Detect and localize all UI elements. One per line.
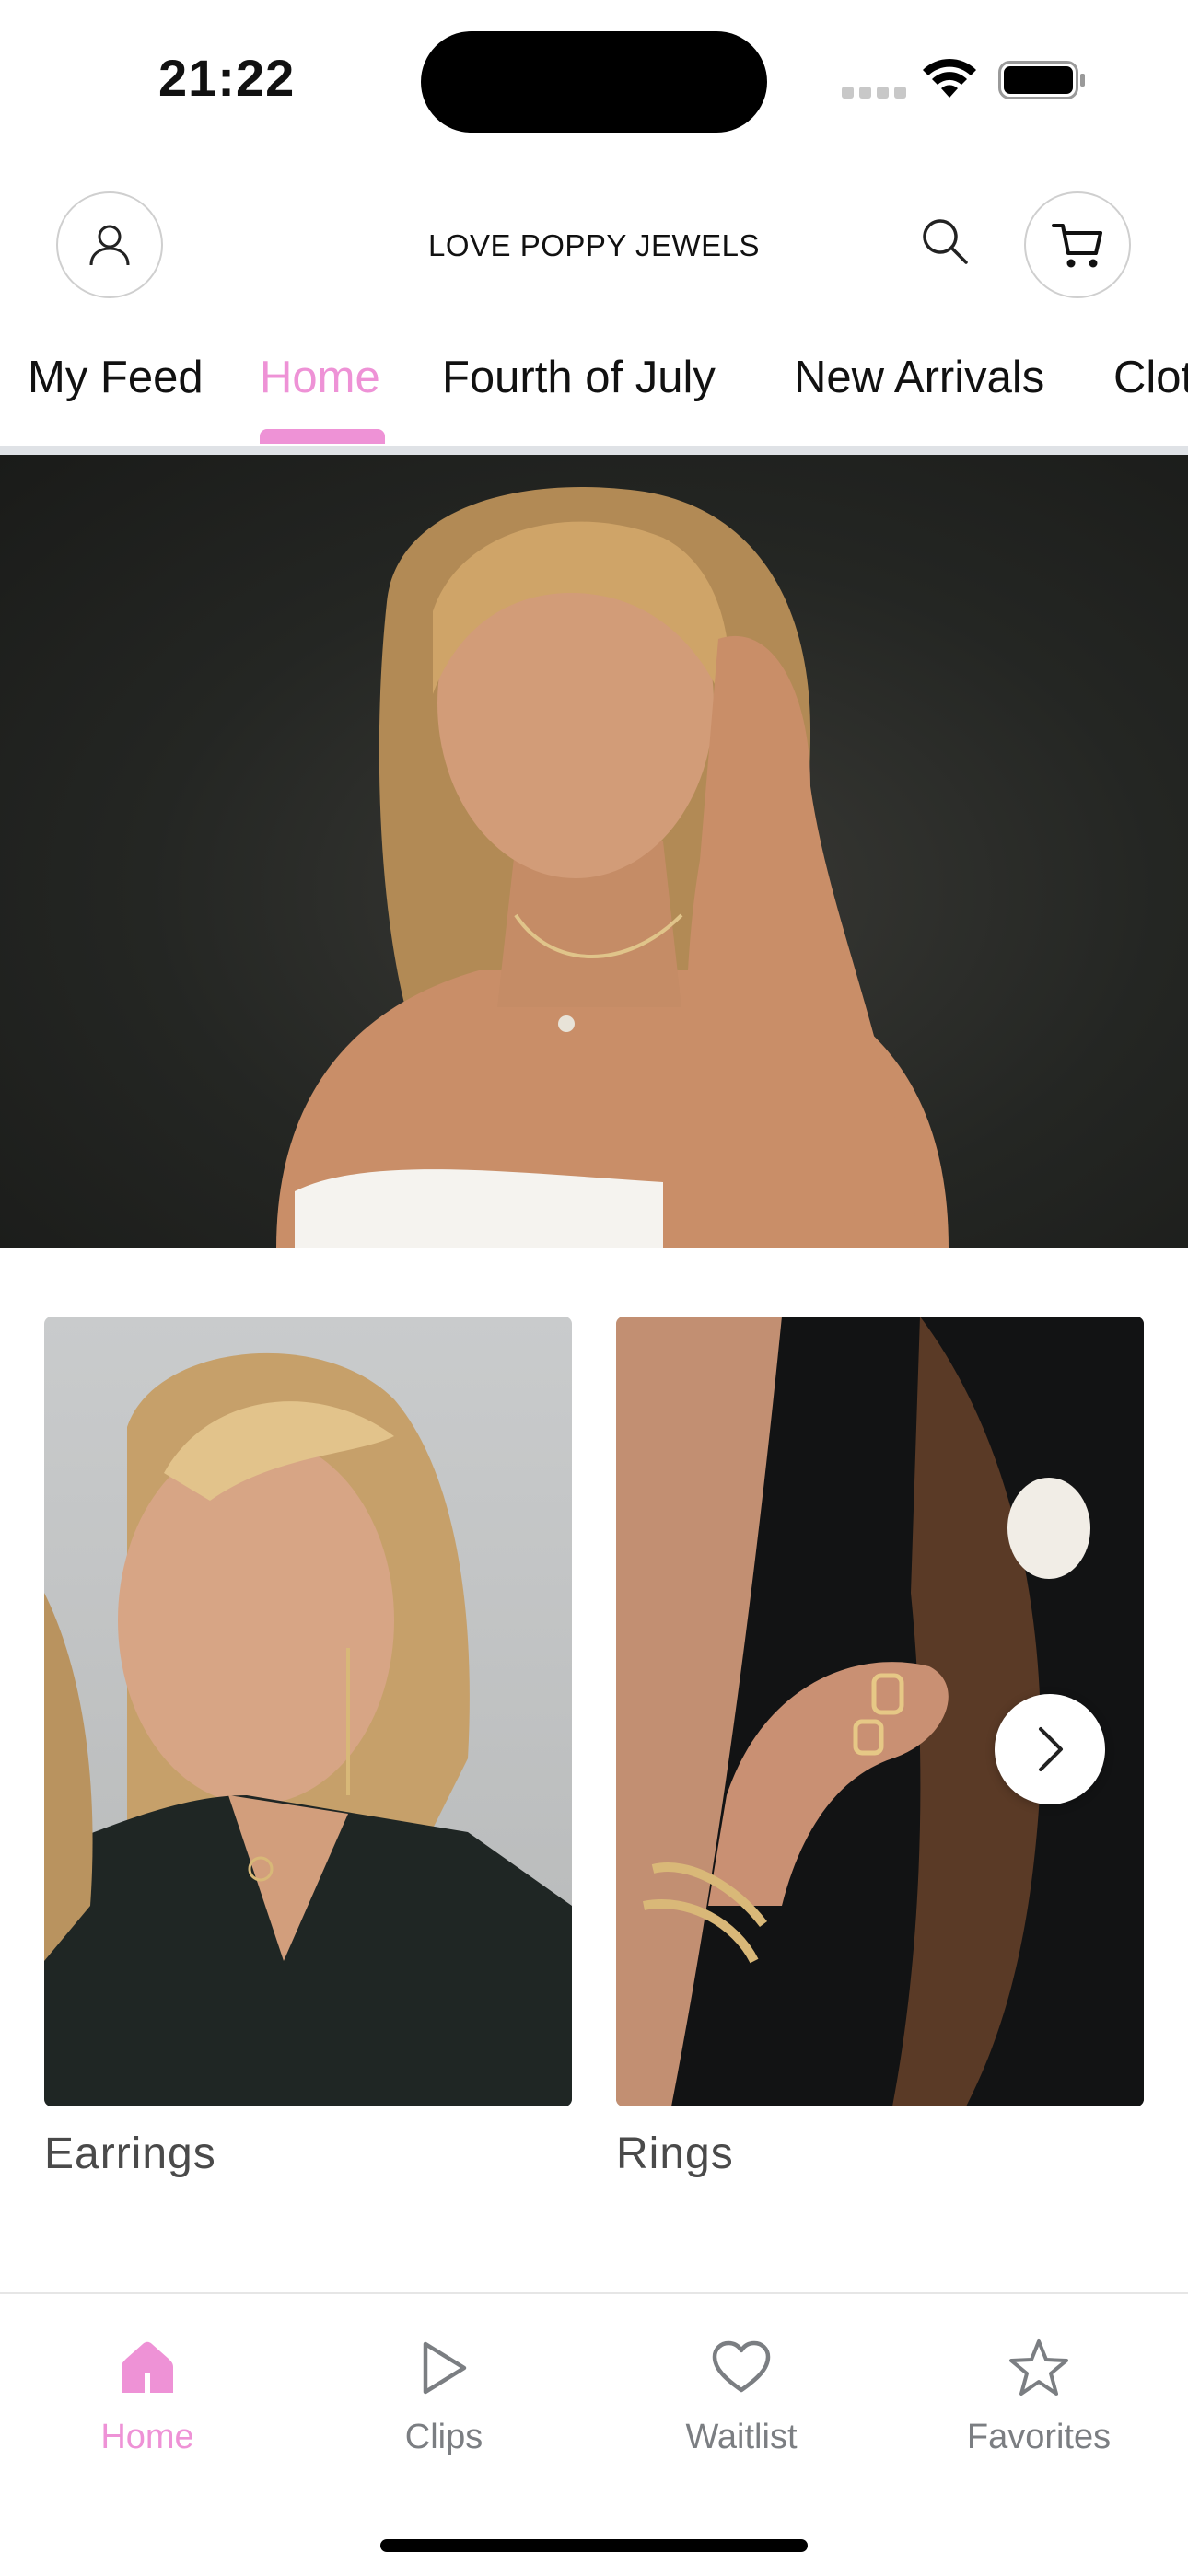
- heart-icon: [712, 2340, 771, 2393]
- nav-home[interactable]: Home: [46, 2331, 249, 2457]
- earrings-photo-model: [44, 1352, 572, 2106]
- status-bar: 21:22: [0, 0, 1188, 157]
- play-icon: [423, 2341, 467, 2395]
- earrings-image: [44, 1317, 572, 2106]
- wifi-icon: [923, 58, 976, 98]
- carousel-next-button[interactable]: [995, 1694, 1105, 1804]
- tab-clothing[interactable]: Clot: [1113, 352, 1188, 403]
- nav-favorites-label: Favorites: [966, 2418, 1112, 2456]
- tab-my-feed[interactable]: My Feed: [28, 352, 204, 403]
- cellular-signal-icon: [842, 87, 906, 99]
- nav-waitlist-label: Waitlist: [685, 2418, 798, 2456]
- search-button[interactable]: [917, 214, 973, 269]
- search-icon: [923, 219, 968, 264]
- tab-home[interactable]: Home: [260, 352, 380, 403]
- category-card-earrings[interactable]: Earrings: [44, 1317, 572, 2179]
- hero-photo-model: [276, 487, 949, 1248]
- nav-home-label: Home: [100, 2418, 194, 2456]
- category-label-earrings: Earrings: [44, 2129, 216, 2178]
- star-icon: [1009, 2339, 1068, 2396]
- tab-new-arrivals[interactable]: New Arrivals: [794, 352, 1044, 403]
- brand-logo[interactable]: LOVE POPPY JEWELS: [0, 228, 1188, 263]
- cart-button[interactable]: [1024, 191, 1131, 298]
- nav-waitlist[interactable]: Waitlist: [640, 2331, 843, 2457]
- nav-favorites[interactable]: Favorites: [938, 2331, 1140, 2457]
- app-header: LOVE POPPY JEWELS: [0, 157, 1188, 331]
- nav-clips-label: Clips: [404, 2418, 483, 2456]
- chevron-right-icon: [1039, 1727, 1063, 1771]
- category-tabs: My Feed Home Fourth of July New Arrivals…: [0, 331, 1188, 446]
- dynamic-island: [421, 31, 767, 133]
- bottom-navigation: Home Clips Waitlist Favorites: [0, 2292, 1188, 2576]
- cart-icon: [1052, 224, 1102, 268]
- nav-clips[interactable]: Clips: [343, 2331, 545, 2457]
- battery-icon: [998, 61, 1085, 99]
- category-label-rings: Rings: [616, 2129, 734, 2178]
- home-icon: [122, 2341, 173, 2393]
- home-indicator[interactable]: [380, 2539, 808, 2552]
- status-time: 21:22: [158, 49, 296, 107]
- tabs-divider: [0, 446, 1188, 455]
- hero-banner-image[interactable]: [0, 455, 1188, 1248]
- tab-fourth-of-july[interactable]: Fourth of July: [442, 352, 716, 403]
- active-tab-indicator: [260, 429, 385, 444]
